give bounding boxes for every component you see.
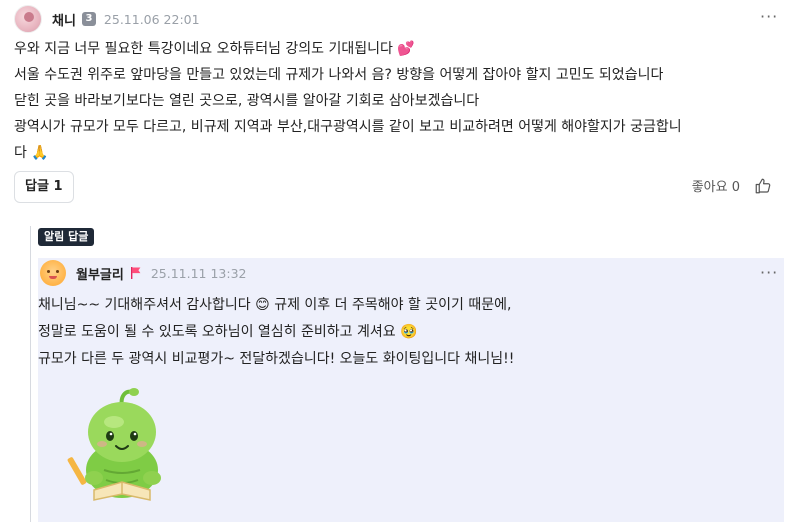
heart-emoji-icon: 💕	[397, 41, 415, 57]
avatar[interactable]	[14, 5, 42, 33]
comment-header: 채니 3 25.11.06 22:01	[14, 4, 200, 34]
reply-card: 월부글리 25.11.11 13:32 ··· 채니님~~ 기대해주셔서 감사합…	[38, 258, 784, 522]
comment-date: 25.11.06 22:01	[103, 11, 200, 27]
reply-line: 규모가 다른 두 광역시 비교평가~ 전달하겠습니다! 오늘도 화이팅입니다 채…	[38, 351, 515, 367]
green-character-reading-sticker	[67, 388, 161, 501]
thumbs-up-icon[interactable]	[754, 177, 772, 195]
comment-line: 서울 수도권 위주로 앞마당을 만들고 있었는데 규제가 나와서 음? 방향을 …	[14, 67, 664, 83]
author-name[interactable]: 채니	[52, 10, 76, 29]
comment-body: 우와 지금 너무 필요한 특강이네요 오하튜터님 강의도 기대됩니다 💕 서울 …	[14, 36, 784, 166]
pleading-emoji-icon: 🥹	[400, 324, 418, 340]
notice-reply-badge: 알림 답글	[38, 228, 95, 246]
comment-line: 다 🙏	[14, 140, 784, 166]
like-count: 좋아요 0	[691, 180, 740, 195]
comment-line: 우와 지금 너무 필요한 특강이네요 오하튜터님 강의도 기대됩니다 💕	[14, 36, 784, 62]
reply-date: 25.11.11 13:32	[150, 265, 247, 281]
reply-author-name[interactable]: 월부글리	[76, 264, 124, 283]
avatar[interactable]	[40, 260, 66, 286]
reply-count-button[interactable]: 답글 1	[14, 171, 74, 203]
comment-line: 광역시가 규모가 모두 다르고, 비규제 지역과 부산,대구광역시를 같이 보고…	[14, 119, 682, 135]
reply-line: 정말로 도움이 될 수 있도록 오하님이 열심히 준비하고 계셔요 🥹	[38, 319, 778, 346]
pray-emoji-icon: 🙏	[31, 145, 49, 161]
reply-thread: 알림 답글 월부글리 25.11.11 13:32 ··· 채니님~~ 기대해주…	[30, 226, 784, 522]
more-horizontal-icon[interactable]: ···	[760, 265, 778, 281]
reply-body: 채니님~~ 기대해주셔서 감사합니다 😊 규제 이후 더 주목해야 할 곳이기 …	[38, 292, 778, 373]
smile-emoji-icon: 😊	[255, 297, 270, 313]
thread-line	[30, 226, 31, 522]
reply-header: 월부글리 25.11.11 13:32	[38, 258, 247, 288]
flag-icon	[130, 267, 141, 279]
level-badge: 3	[81, 12, 96, 26]
comment-line: 닫힌 곳을 바라보기보다는 열린 곳으로, 광역시를 알아갈 기회로 삼아보겠습…	[14, 93, 480, 109]
reply-line: 채니님~~ 기대해주셔서 감사합니다 😊 규제 이후 더 주목해야 할 곳이기 …	[38, 292, 778, 319]
like-button[interactable]: 좋아요 0	[692, 176, 772, 195]
more-horizontal-icon[interactable]: ···	[760, 9, 778, 25]
